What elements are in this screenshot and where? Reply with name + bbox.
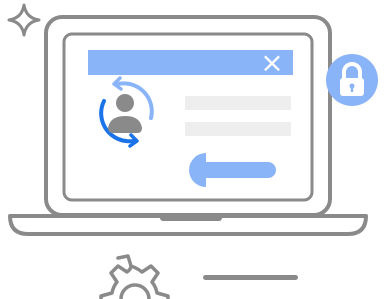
- lock-keyhole-slot: [350, 87, 354, 92]
- gear-icon: [99, 254, 170, 299]
- text-line-2: [185, 122, 291, 136]
- text-line-1: [185, 96, 291, 110]
- avatar-head: [116, 94, 134, 112]
- laptop-notch: [160, 215, 222, 221]
- lock-icon: [326, 54, 378, 106]
- close-icon: ×: [260, 46, 283, 79]
- wrench-handle: [196, 162, 276, 178]
- gear-hub: [119, 283, 151, 299]
- security-illustration: ×: [7, 3, 378, 299]
- decorative-line: [203, 275, 298, 280]
- sparkle-icon: [7, 3, 41, 37]
- gear-outline: [99, 254, 170, 299]
